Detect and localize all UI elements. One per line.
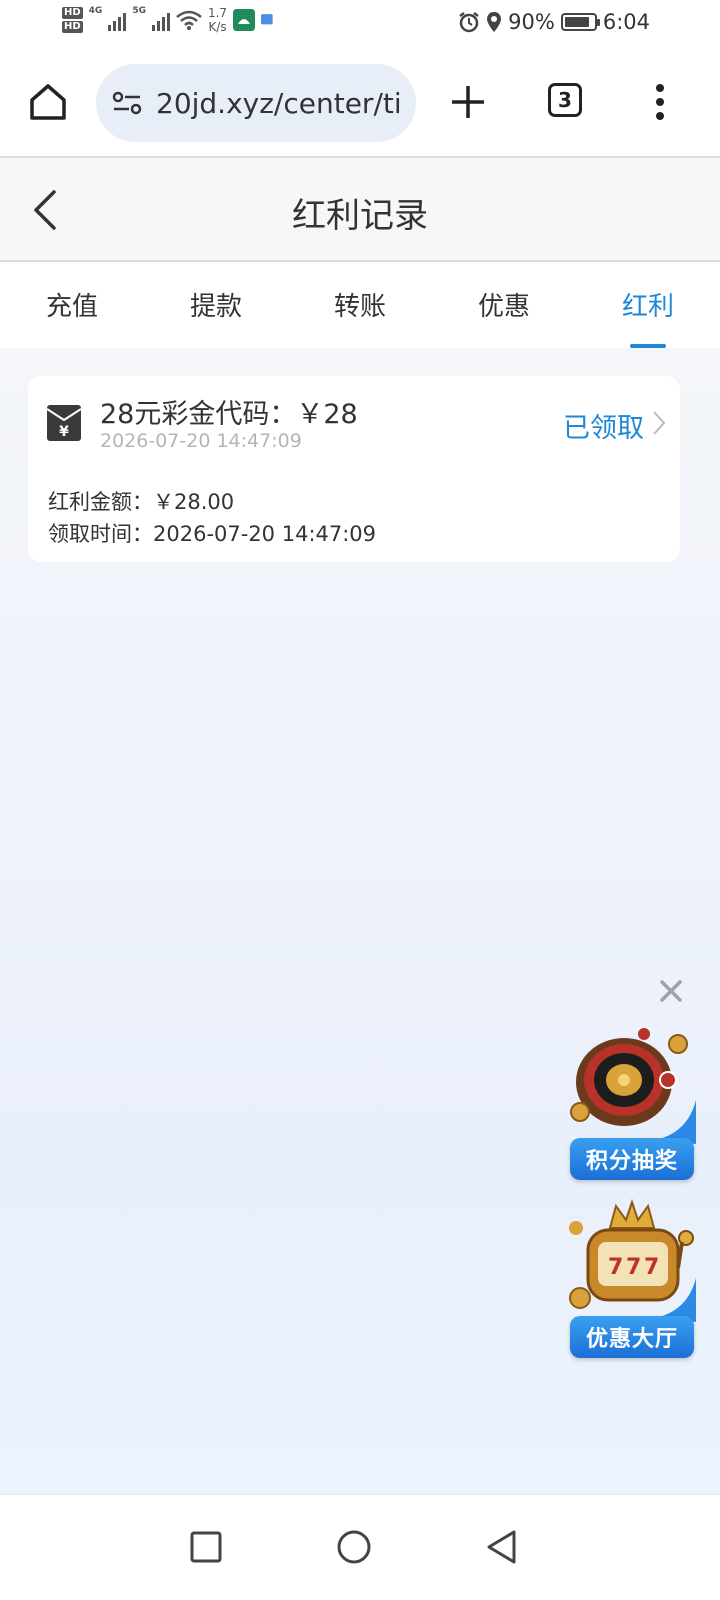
roulette-icon <box>570 1028 696 1144</box>
url-text[interactable]: 20jd.xyz/center/ti <box>156 87 402 120</box>
status-bar: HD HD 4G 5G 1.7 K/s 90% 6:04 <box>0 0 720 48</box>
home-nav-icon[interactable] <box>336 1529 372 1565</box>
tab-bonus[interactable]: 红利 <box>576 262 720 348</box>
record-date: 2026-07-20 14:47:09 <box>100 430 302 452</box>
svg-text:7: 7 <box>608 1255 623 1280</box>
battery-percent: 90% <box>508 10 555 34</box>
record-title: 28元彩金代码：￥28 <box>100 399 358 430</box>
signal-icon-2 <box>151 9 170 31</box>
site-settings-icon[interactable] <box>112 90 142 116</box>
status-left: HD HD 4G 5G 1.7 K/s <box>62 6 277 34</box>
network-type-1: 4G <box>88 6 103 16</box>
hd-badge-2: HD <box>62 21 83 33</box>
tab-recharge[interactable]: 充值 <box>0 262 144 348</box>
claim-time: 领取时间：2026-07-20 14:47:09 <box>48 522 377 546</box>
svg-text:7: 7 <box>626 1255 641 1280</box>
tab-transfer[interactable]: 转账 <box>288 262 432 348</box>
page-title: 红利记录 <box>292 196 428 236</box>
page-header: 红利记录 <box>0 158 720 262</box>
system-nav-bar <box>0 1494 720 1600</box>
close-icon[interactable] <box>656 976 686 1006</box>
claimed-status[interactable]: 已领取 <box>563 406 644 445</box>
bonus-amount: 红利金额：￥28.00 <box>48 490 235 514</box>
recents-icon[interactable] <box>188 1529 224 1565</box>
address-bar[interactable]: 20jd.xyz/center/ti <box>96 64 416 142</box>
wifi-icon <box>176 10 202 30</box>
location-icon <box>487 12 502 32</box>
svg-text:¥: ¥ <box>59 424 69 440</box>
tab-withdraw[interactable]: 提款 <box>144 262 288 348</box>
points-lottery-button[interactable]: 积分抽奖 <box>566 1020 696 1180</box>
promotion-hall-button[interactable]: 7 7 7 优惠大厅 <box>566 1198 696 1358</box>
back-nav-icon[interactable] <box>484 1529 520 1565</box>
promotion-hall-label[interactable]: 优惠大厅 <box>570 1316 694 1358</box>
speed-value: 1.7 <box>207 6 228 20</box>
bonus-record-card[interactable]: ¥ 28元彩金代码：￥28 2026-07-20 14:47:09 已领取 红利… <box>28 376 680 562</box>
signal-icon <box>108 9 127 31</box>
network-type-2: 5G <box>132 6 146 16</box>
clock: 6:04 <box>602 10 650 34</box>
slot-machine-icon: 7 7 7 <box>569 1198 696 1322</box>
svg-text:7: 7 <box>644 1255 659 1280</box>
points-lottery-label[interactable]: 积分抽奖 <box>570 1138 694 1180</box>
tab-promotion[interactable]: 优惠 <box>432 262 576 348</box>
chevron-right-icon[interactable] <box>652 410 666 436</box>
status-right: 90% 6:04 <box>458 10 650 34</box>
hd-indicator: HD HD <box>62 7 83 33</box>
record-tabs: 充值 提款 转账 优惠 红利 <box>0 262 720 348</box>
battery-icon <box>560 13 600 31</box>
new-tab-icon[interactable] <box>448 82 488 122</box>
speed-unit: K/s <box>208 20 227 34</box>
alarm-icon <box>459 12 479 33</box>
notification-app-icon <box>261 14 273 25</box>
tab-switcher-button[interactable]: 3 <box>548 83 582 117</box>
network-speed: 1.7 K/s <box>208 6 227 34</box>
home-icon[interactable] <box>26 80 70 124</box>
hd-badge-1: HD <box>62 7 83 19</box>
more-menu-icon[interactable] <box>650 82 670 122</box>
red-envelope-icon: ¥ <box>46 405 82 441</box>
browser-toolbar: 20jd.xyz/center/ti 3 <box>0 48 720 158</box>
android-app-icon <box>233 9 256 31</box>
